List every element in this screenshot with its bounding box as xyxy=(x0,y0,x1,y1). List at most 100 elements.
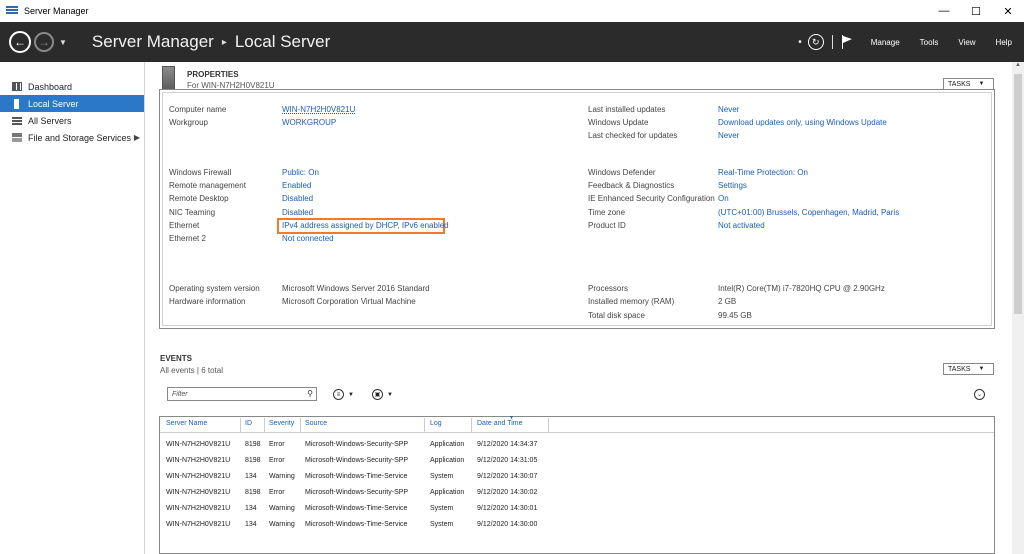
events-table xyxy=(159,416,995,554)
col-header-severity[interactable]: Severity xyxy=(269,420,294,427)
computer-name-link[interactable]: WIN-N7H2H0V821U xyxy=(282,105,355,115)
save-query-dropdown[interactable]: ▣ ▼ xyxy=(372,389,393,400)
menu-help[interactable]: Help xyxy=(996,38,1012,47)
last-installed-updates-link[interactable]: Never xyxy=(718,105,739,115)
col-header-server-name[interactable]: Server Name xyxy=(166,420,207,427)
col-header-source[interactable]: Source xyxy=(305,420,327,427)
cell-id: 134 xyxy=(245,521,257,528)
cell-date-time: 9/12/2020 14:30:02 xyxy=(477,489,538,496)
cell-server-name: WIN-N7H2H0V821U xyxy=(166,521,231,528)
prop-label: Windows Firewall xyxy=(169,168,232,177)
notifications-flag-icon[interactable] xyxy=(841,35,853,49)
prop-label: Total disk space xyxy=(588,311,645,320)
tasks-label: TASKS xyxy=(948,80,971,88)
window-titlebar: Server Manager — ☐ ✕ xyxy=(0,0,1024,22)
breadcrumb-root[interactable]: Server Manager xyxy=(92,32,214,52)
processors-value: Intel(R) Core(TM) i7-7820HQ CPU @ 2.90GH… xyxy=(718,284,885,293)
cell-source: Microsoft-Windows-Security-SPP xyxy=(305,441,409,448)
prop-label: NIC Teaming xyxy=(169,208,216,217)
properties-title: PROPERTIES xyxy=(187,70,239,79)
menu-view[interactable]: View xyxy=(958,38,975,47)
menu-manage[interactable]: Manage xyxy=(871,38,900,47)
cell-server-name: WIN-N7H2H0V821U xyxy=(166,489,231,496)
server-icon xyxy=(14,98,19,109)
cell-id: 8198 xyxy=(245,457,261,464)
chevron-down-icon: ▼ xyxy=(978,366,985,372)
nic-teaming-link[interactable]: Disabled xyxy=(282,208,313,218)
list-options-dropdown[interactable]: ≡ ▼ xyxy=(333,389,354,400)
scroll-up-icon[interactable]: ▲ xyxy=(1012,62,1024,72)
prop-label: Ethernet 2 xyxy=(169,234,206,243)
menu-tools[interactable]: Tools xyxy=(920,38,939,47)
prop-label: Windows Update xyxy=(588,118,649,127)
cell-log: Application xyxy=(430,457,465,464)
ie-esc-link[interactable]: On xyxy=(718,194,729,204)
sidebar-item-all-servers[interactable]: All Servers xyxy=(0,112,144,129)
remote-desktop-link[interactable]: Disabled xyxy=(282,194,313,204)
breadcrumb-separator: ▸ xyxy=(221,36,227,48)
cell-server-name: WIN-N7H2H0V821U xyxy=(166,457,231,464)
col-header-log[interactable]: Log xyxy=(430,420,442,427)
storage-icon xyxy=(12,133,22,142)
cell-id: 134 xyxy=(245,473,257,480)
col-header-id[interactable]: ID xyxy=(245,420,252,427)
prop-label: IE Enhanced Security Configuration xyxy=(588,194,715,203)
feedback-link[interactable]: Settings xyxy=(718,181,747,191)
scrollbar-thumb[interactable] xyxy=(1014,74,1022,314)
minimize-button[interactable]: — xyxy=(928,0,960,22)
prop-label: Computer name xyxy=(169,105,227,114)
ethernet-link[interactable]: IPv4 address assigned by DHCP, IPv6 enab… xyxy=(282,221,449,231)
refresh-icon[interactable]: ↻ xyxy=(807,34,824,50)
save-icon: ▣ xyxy=(372,389,383,400)
cell-log: System xyxy=(430,521,454,528)
history-dropdown-icon[interactable]: ▼ xyxy=(59,38,67,47)
cell-source: Microsoft-Windows-Time-Service xyxy=(305,505,408,512)
sidebar-item-local-server[interactable]: Local Server xyxy=(0,95,144,112)
vertical-scrollbar[interactable]: ▲ xyxy=(1012,62,1024,554)
prop-label: Feedback & Diagnostics xyxy=(588,181,675,190)
cell-date-time: 9/12/2020 14:34:37 xyxy=(477,441,538,448)
firewall-link[interactable]: Public: On xyxy=(282,168,319,178)
breadcrumb-current: Local Server xyxy=(234,32,331,51)
cell-log: Application xyxy=(430,489,465,496)
sidebar-item-dashboard[interactable]: Dashboard xyxy=(0,78,144,95)
expand-arrow-icon[interactable]: ▶ xyxy=(134,133,140,142)
server-tower-icon xyxy=(162,66,175,90)
expand-collapse-icon[interactable]: ⌄ xyxy=(974,389,985,400)
cell-severity: Error xyxy=(269,489,285,496)
cell-severity: Error xyxy=(269,441,285,448)
sidebar-item-file-storage[interactable]: File and Storage Services ▶ xyxy=(0,129,144,146)
dashboard-icon xyxy=(12,82,22,91)
cell-date-time: 9/12/2020 14:31:05 xyxy=(477,457,538,464)
prop-label: Last installed updates xyxy=(588,105,666,114)
cell-severity: Warning xyxy=(269,473,295,480)
close-button[interactable]: ✕ xyxy=(992,0,1024,22)
events-subtitle: All events | 6 total xyxy=(160,366,223,375)
product-id-link[interactable]: Not activated xyxy=(718,221,765,231)
last-checked-link[interactable]: Never xyxy=(718,131,739,141)
list-icon: ≡ xyxy=(333,389,344,400)
back-button[interactable]: ← xyxy=(9,31,31,53)
maximize-button[interactable]: ☐ xyxy=(960,0,992,22)
cell-date-time: 9/12/2020 14:30:07 xyxy=(477,473,538,480)
ethernet2-link[interactable]: Not connected xyxy=(282,234,334,244)
search-icon[interactable]: ⚲ xyxy=(307,389,313,398)
cell-id: 134 xyxy=(245,505,257,512)
refresh-dropdown-icon[interactable]: • xyxy=(798,37,802,48)
remote-management-link[interactable]: Enabled xyxy=(282,181,311,191)
events-filter-input[interactable]: Filter ⚲ xyxy=(167,387,317,401)
events-tasks-button[interactable]: TASKS ▼ xyxy=(943,363,994,375)
col-header-date-time[interactable]: Date and Time xyxy=(477,420,523,427)
server-manager-icon xyxy=(6,6,18,16)
workgroup-link[interactable]: WORKGROUP xyxy=(282,118,336,128)
prop-label: Remote Desktop xyxy=(169,194,229,203)
prop-label: Windows Defender xyxy=(588,168,656,177)
forward-button[interactable]: → xyxy=(34,32,54,52)
defender-link[interactable]: Real-Time Protection: On xyxy=(718,168,808,178)
time-zone-link[interactable]: (UTC+01:00) Brussels, Copenhagen, Madrid… xyxy=(718,208,899,218)
windows-update-link[interactable]: Download updates only, using Windows Upd… xyxy=(718,118,887,128)
cell-id: 8198 xyxy=(245,441,261,448)
cell-source: Microsoft-Windows-Security-SPP xyxy=(305,489,409,496)
prop-label: Operating system version xyxy=(169,284,260,293)
sidebar: Dashboard Local Server All Servers File … xyxy=(0,62,145,554)
